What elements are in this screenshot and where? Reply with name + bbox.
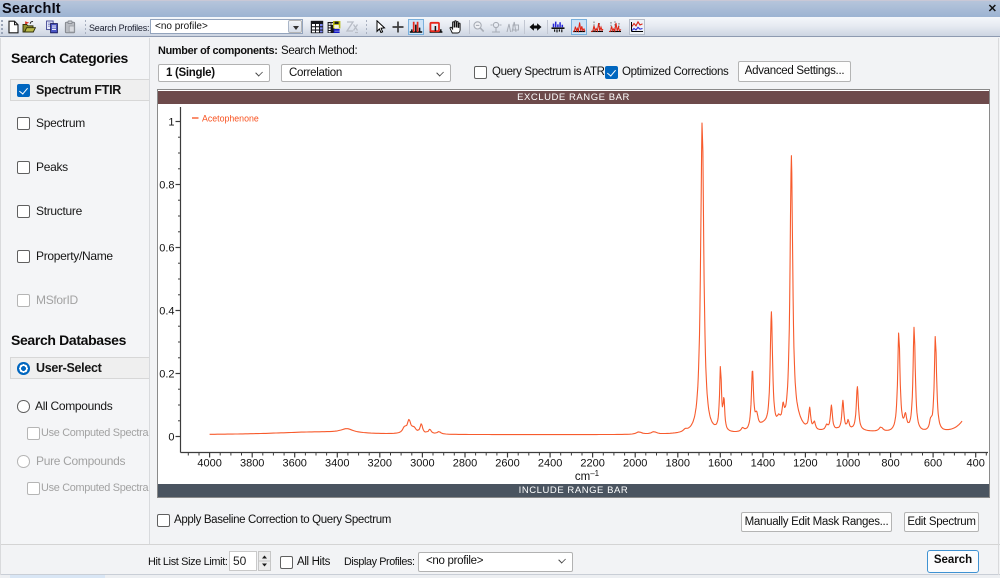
svg-text:2400: 2400 [538,458,562,470]
svg-text:0.4: 0.4 [159,305,174,317]
svg-text:1600: 1600 [708,458,732,470]
svg-text:4000: 4000 [197,458,221,470]
svg-text:1200: 1200 [793,458,817,470]
svg-text:2600: 2600 [495,458,519,470]
svg-text:2200: 2200 [580,458,604,470]
svg-text:Acetophenone: Acetophenone [202,114,259,124]
svg-text:600: 600 [924,458,942,470]
svg-text:800: 800 [881,458,899,470]
svg-text:0: 0 [168,431,174,443]
svg-text:2000: 2000 [623,458,647,470]
svg-text:3200: 3200 [368,458,392,470]
svg-text:400: 400 [967,458,985,470]
svg-text:0.2: 0.2 [159,368,174,380]
svg-text:1000: 1000 [836,458,860,470]
svg-text:3000: 3000 [410,458,434,470]
svg-text:0.8: 0.8 [159,179,174,191]
svg-text:1800: 1800 [666,458,690,470]
svg-text:cm–1: cm–1 [575,469,600,483]
svg-text:1400: 1400 [751,458,775,470]
svg-text:2800: 2800 [453,458,477,470]
svg-text:3600: 3600 [282,458,306,470]
svg-text:1: 1 [168,116,174,128]
svg-text:3400: 3400 [325,458,349,470]
svg-text:0.6: 0.6 [159,242,174,254]
svg-text:3800: 3800 [240,458,264,470]
